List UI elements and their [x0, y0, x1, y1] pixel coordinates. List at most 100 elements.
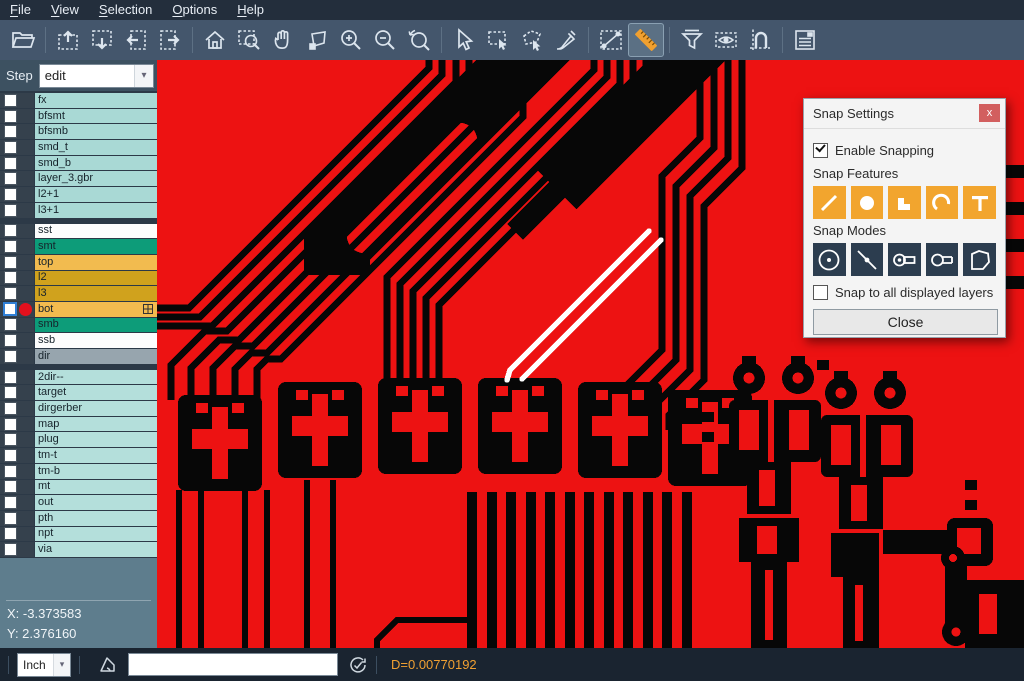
- layer-row-via[interactable]: via: [0, 542, 157, 558]
- layer-name-label[interactable]: pth: [34, 511, 157, 526]
- layer-row-tm-t[interactable]: tm-t: [0, 448, 157, 464]
- layer-visibility-checkbox[interactable]: [4, 433, 17, 446]
- layer-visibility-checkbox[interactable]: [4, 318, 17, 331]
- menu-file[interactable]: File: [0, 0, 41, 20]
- pan-right-icon[interactable]: [153, 24, 187, 56]
- layer-visibility-checkbox[interactable]: [4, 172, 17, 185]
- filter-icon[interactable]: [675, 24, 709, 56]
- clean-brush-icon[interactable]: [549, 24, 583, 56]
- snap-feature-arc-icon[interactable]: [926, 186, 959, 219]
- layer-name-label[interactable]: target: [34, 385, 157, 400]
- select-pointer-icon[interactable]: [447, 24, 481, 56]
- layer-name-label[interactable]: smd_t: [34, 140, 157, 155]
- layer-row-target[interactable]: target: [0, 385, 157, 401]
- layer-name-label[interactable]: top: [34, 255, 157, 270]
- layer-row-tm-b[interactable]: tm-b: [0, 464, 157, 480]
- layer-visibility-checkbox[interactable]: [4, 350, 17, 363]
- layer-row-mt[interactable]: mt: [0, 480, 157, 496]
- snap-icon[interactable]: [743, 24, 777, 56]
- command-input[interactable]: [128, 653, 338, 676]
- layer-row-layer_3.gbr[interactable]: layer_3.gbr: [0, 171, 157, 187]
- pan-left-icon[interactable]: [119, 24, 153, 56]
- chevron-down-icon[interactable]: ▾: [53, 654, 70, 676]
- layer-visibility-checkbox[interactable]: [4, 465, 17, 478]
- snap-feature-pad-icon[interactable]: [851, 186, 884, 219]
- layer-grid-icon[interactable]: [143, 304, 153, 314]
- layer-visibility-checkbox[interactable]: [4, 543, 17, 556]
- layer-visibility-checkbox[interactable]: [4, 125, 17, 138]
- unit-combobox[interactable]: Inch ▾: [17, 653, 71, 677]
- layer-visibility-checkbox[interactable]: [4, 527, 17, 540]
- layer-row-dir[interactable]: dir: [0, 349, 157, 365]
- angle-measure-icon[interactable]: [98, 655, 118, 675]
- layer-name-label[interactable]: out: [34, 495, 157, 510]
- dialog-close-icon[interactable]: x: [979, 104, 1000, 122]
- pan-down-icon[interactable]: [85, 24, 119, 56]
- layer-row-npt[interactable]: npt: [0, 527, 157, 543]
- snap-mode-pad-center-icon[interactable]: [888, 243, 921, 276]
- layer-visibility-checkbox[interactable]: [4, 188, 17, 201]
- layer-name-label[interactable]: smd_b: [34, 156, 157, 171]
- layer-row-ssb[interactable]: ssb: [0, 333, 157, 349]
- measure-ruler-icon[interactable]: [628, 23, 664, 57]
- layer-name-label[interactable]: tm-b: [34, 464, 157, 479]
- menu-options[interactable]: Options: [162, 0, 227, 20]
- layer-row-bfsmb[interactable]: bfsmb: [0, 124, 157, 140]
- layer-name-label[interactable]: smt: [34, 239, 157, 254]
- layer-name-label[interactable]: plug: [34, 432, 157, 447]
- zoom-out-icon[interactable]: [368, 24, 402, 56]
- layer-name-label[interactable]: bfsmt: [34, 109, 157, 124]
- layer-name-label[interactable]: l2+1: [34, 187, 157, 202]
- snap-mode-line-point-icon[interactable]: [851, 243, 884, 276]
- layer-row-l3+1[interactable]: l3+1: [0, 203, 157, 219]
- measure-line-icon[interactable]: [594, 24, 628, 56]
- open-folder-icon[interactable]: [6, 24, 40, 56]
- view-area-icon[interactable]: [709, 24, 743, 56]
- layer-row-smb[interactable]: smb: [0, 318, 157, 334]
- layer-name-label[interactable]: 2dir--: [34, 370, 157, 385]
- snap-mode-center-icon[interactable]: [813, 243, 846, 276]
- layer-visibility-checkbox[interactable]: [4, 141, 17, 154]
- layer-row-out[interactable]: out: [0, 495, 157, 511]
- snap-feature-surface-icon[interactable]: [888, 186, 921, 219]
- layer-name-label[interactable]: fx: [34, 93, 157, 108]
- layer-visibility-checkbox[interactable]: [4, 418, 17, 431]
- pan-hand-icon[interactable]: [266, 24, 300, 56]
- menu-selection[interactable]: Selection: [89, 0, 162, 20]
- layer-name-label[interactable]: dirgerber: [34, 401, 157, 416]
- layer-row-dirgerber[interactable]: dirgerber: [0, 401, 157, 417]
- layer-row-2dir--[interactable]: 2dir--: [0, 370, 157, 386]
- snap-all-layers-checkbox[interactable]: [813, 285, 828, 300]
- layer-visibility-checkbox[interactable]: [4, 402, 17, 415]
- snap-mode-contour-icon[interactable]: [963, 243, 996, 276]
- auto-confirm-icon[interactable]: [348, 655, 368, 675]
- layer-row-bfsmt[interactable]: bfsmt: [0, 109, 157, 125]
- layer-row-l2+1[interactable]: l2+1: [0, 187, 157, 203]
- layer-visibility-checkbox[interactable]: [4, 256, 17, 269]
- layer-name-label[interactable]: tm-t: [34, 448, 157, 463]
- layer-row-l2[interactable]: l2: [0, 271, 157, 287]
- layer-visibility-checkbox[interactable]: [4, 512, 17, 525]
- layer-row-plug[interactable]: plug: [0, 432, 157, 448]
- layer-row-smd_t[interactable]: smd_t: [0, 140, 157, 156]
- snap-feature-text-icon[interactable]: [963, 186, 996, 219]
- layer-visibility-checkbox[interactable]: [4, 94, 17, 107]
- enable-snapping-checkbox[interactable]: [813, 143, 828, 158]
- zoom-previous-icon[interactable]: [402, 24, 436, 56]
- layer-name-label[interactable]: smb: [34, 318, 157, 333]
- dialog-close-button[interactable]: Close: [813, 309, 998, 335]
- layer-name-label[interactable]: mt: [34, 480, 157, 495]
- layer-row-l3[interactable]: l3: [0, 286, 157, 302]
- layer-name-label[interactable]: dir: [34, 349, 157, 364]
- layer-name-label[interactable]: l2: [34, 271, 157, 286]
- layer-visibility-checkbox[interactable]: [4, 496, 17, 509]
- layer-name-label[interactable]: ssb: [34, 333, 157, 348]
- layer-row-bot[interactable]: bot: [0, 302, 157, 318]
- layer-row-fx[interactable]: fx: [0, 93, 157, 109]
- snap-feature-line-icon[interactable]: [813, 186, 846, 219]
- layer-visibility-checkbox[interactable]: [4, 157, 17, 170]
- pan-up-icon[interactable]: [51, 24, 85, 56]
- chevron-down-icon[interactable]: ▾: [134, 65, 153, 87]
- snap-mode-pad-outline-icon[interactable]: [926, 243, 959, 276]
- layer-visibility-checkbox[interactable]: [4, 271, 17, 284]
